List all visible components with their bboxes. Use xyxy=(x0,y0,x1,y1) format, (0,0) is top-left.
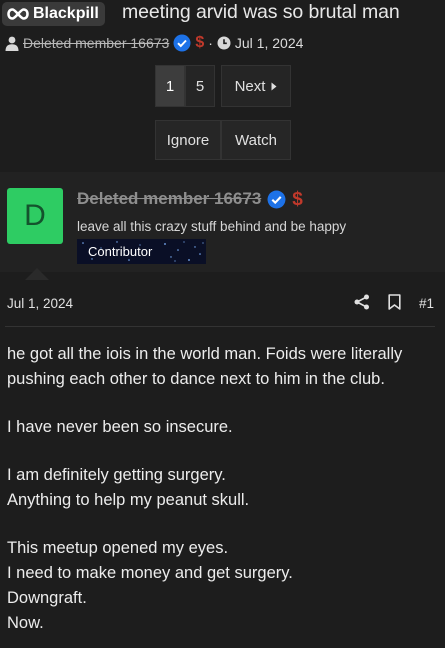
dollar-icon: $ xyxy=(195,34,205,51)
body-line: he got all the iois in the world man. Fo… xyxy=(7,345,403,363)
watch-button[interactable]: Watch xyxy=(221,120,291,160)
body-line: I have never been so insecure. xyxy=(7,418,233,436)
verified-badge-icon xyxy=(173,34,191,52)
dollar-icon: $ xyxy=(292,188,303,210)
body-line: pushing each other to dance next to him … xyxy=(7,370,385,388)
post-number[interactable]: #1 xyxy=(419,296,434,311)
thread-meta: Deleted member 16673 $ · Jul 1, 2024 xyxy=(5,34,303,52)
page-1-button[interactable]: 1 xyxy=(155,65,185,107)
bookmark-icon[interactable] xyxy=(388,294,401,310)
body-line: I need to make money and get surgery. xyxy=(7,564,293,582)
user-title: leave all this crazy stuff behind and be… xyxy=(77,219,347,234)
caret-right-icon xyxy=(271,82,277,90)
thread-title-bar: Blackpill meeting arvid was so brutal ma… xyxy=(0,0,445,30)
post-divider xyxy=(5,326,435,327)
user-icon xyxy=(5,36,19,51)
body-line: This meetup opened my eyes. xyxy=(7,539,229,557)
post-user-block: D Deleted member 16673 $ leave all this … xyxy=(0,172,445,272)
page-5-button[interactable]: 5 xyxy=(185,65,215,107)
body-line: Anything to help my peanut skull. xyxy=(7,491,250,509)
ignore-button[interactable]: Ignore xyxy=(155,120,221,160)
post-date[interactable]: Jul 1, 2024 xyxy=(7,296,73,311)
body-line: I am definitely getting surgery. xyxy=(7,466,226,484)
pagination: 1 5 Next xyxy=(155,65,291,107)
post-meta: Jul 1, 2024 #1 xyxy=(0,280,445,326)
post-username: Deleted member 16673 $ xyxy=(77,189,303,209)
prefix-text: Blackpill xyxy=(33,5,99,22)
meta-separator: · xyxy=(208,35,213,51)
thread-actions: Ignore Watch xyxy=(155,120,291,160)
share-icon[interactable] xyxy=(354,294,370,310)
next-label: Next xyxy=(234,77,266,95)
body-line: Downgraft. xyxy=(7,589,87,607)
thread-author[interactable]: Deleted member 16673 xyxy=(23,35,169,51)
page-title: meeting arvid was so brutal man xyxy=(122,1,400,23)
post-body: he got all the iois in the world man. Fo… xyxy=(7,342,439,636)
verified-badge-icon xyxy=(267,190,286,208)
avatar[interactable]: D xyxy=(7,188,63,244)
clock-icon xyxy=(217,36,231,50)
infinity-icon xyxy=(7,8,29,20)
body-line: Now. xyxy=(7,614,44,632)
username-link[interactable]: Deleted member 16673 xyxy=(77,189,261,209)
thread-date: Jul 1, 2024 xyxy=(234,35,304,51)
next-page-button[interactable]: Next xyxy=(221,65,291,107)
banner-text: Contributor xyxy=(88,244,153,259)
prefix-label[interactable]: Blackpill xyxy=(2,2,105,26)
message-arrow xyxy=(25,268,49,280)
contributor-banner: Contributor xyxy=(77,239,206,264)
